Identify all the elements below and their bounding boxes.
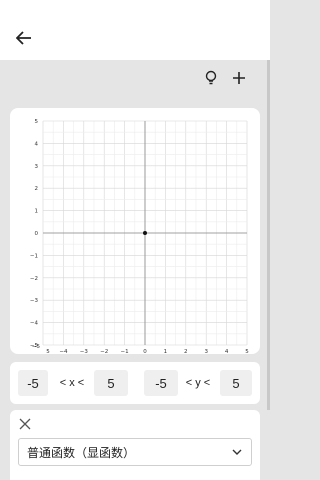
function-graph[interactable]: 543210−1−2−3−4−55 −4 −3 −2 −1 0 1 2 3 4 5−5 xyxy=(10,108,260,355)
x-range-label: < x < xyxy=(59,377,85,389)
toolbar xyxy=(202,68,248,88)
y-max-input[interactable]: 5 xyxy=(220,370,252,396)
y-tick-label: −4 xyxy=(30,321,39,327)
y-min-input[interactable]: -5 xyxy=(144,370,178,396)
corner-tick-label: −5 xyxy=(32,344,41,350)
back-button[interactable] xyxy=(12,26,36,50)
x-tick-label: 5 xyxy=(245,349,249,354)
data-point xyxy=(143,231,147,235)
y-tick-label: 0 xyxy=(35,231,39,237)
y-tick-label: −2 xyxy=(30,276,38,282)
x-tick-label: 1 xyxy=(164,349,168,354)
function-type-select[interactable]: 普通函数（显函数） xyxy=(18,438,252,466)
function-type-value: 普通函数（显函数） xyxy=(27,445,136,460)
y-tick-label: 2 xyxy=(35,186,39,192)
x-min-input[interactable]: -5 xyxy=(18,370,48,396)
function-card: 普通函数（显函数） xyxy=(10,410,260,480)
add-button[interactable] xyxy=(230,68,248,88)
close-icon xyxy=(19,418,31,430)
plus-icon xyxy=(233,72,245,84)
x-tick-label: −3 xyxy=(80,349,89,354)
arrow-left-icon xyxy=(16,31,31,45)
x-tick-label: 5 xyxy=(46,349,50,354)
y-tick-label: −1 xyxy=(30,253,38,259)
x-max-input[interactable]: 5 xyxy=(94,370,128,396)
x-tick-label: −2 xyxy=(100,349,108,354)
x-tick-label: 0 xyxy=(143,349,147,354)
hint-button[interactable] xyxy=(202,68,220,88)
x-tick-label: 4 xyxy=(225,349,229,354)
range-panel: -5 < x < 5 -5 < y < 5 xyxy=(10,362,260,404)
top-bar xyxy=(0,0,270,60)
x-tick-label: −4 xyxy=(59,349,68,354)
scrollbar[interactable] xyxy=(267,60,270,410)
x-tick-label: −1 xyxy=(121,349,129,354)
chevron-down-icon xyxy=(232,449,242,455)
y-tick-label: 4 xyxy=(35,141,39,147)
x-tick-label: 3 xyxy=(204,349,208,354)
y-range-label: < y < xyxy=(185,377,211,389)
graph-card: 5 4 3 2 1 0 −1 −2 −3 −4 −5 5 −4 −3 −2 −1 0 1 2 3 4 5 −5 xyxy=(10,108,260,355)
y-tick-label: 1 xyxy=(35,209,39,215)
lightbulb-icon xyxy=(205,70,217,85)
y-tick-label: 5 xyxy=(35,119,39,125)
x-tick-label: 2 xyxy=(184,349,188,354)
y-tick-label: 3 xyxy=(35,164,39,170)
close-button[interactable] xyxy=(18,416,32,430)
y-tick-label: −3 xyxy=(30,298,39,304)
